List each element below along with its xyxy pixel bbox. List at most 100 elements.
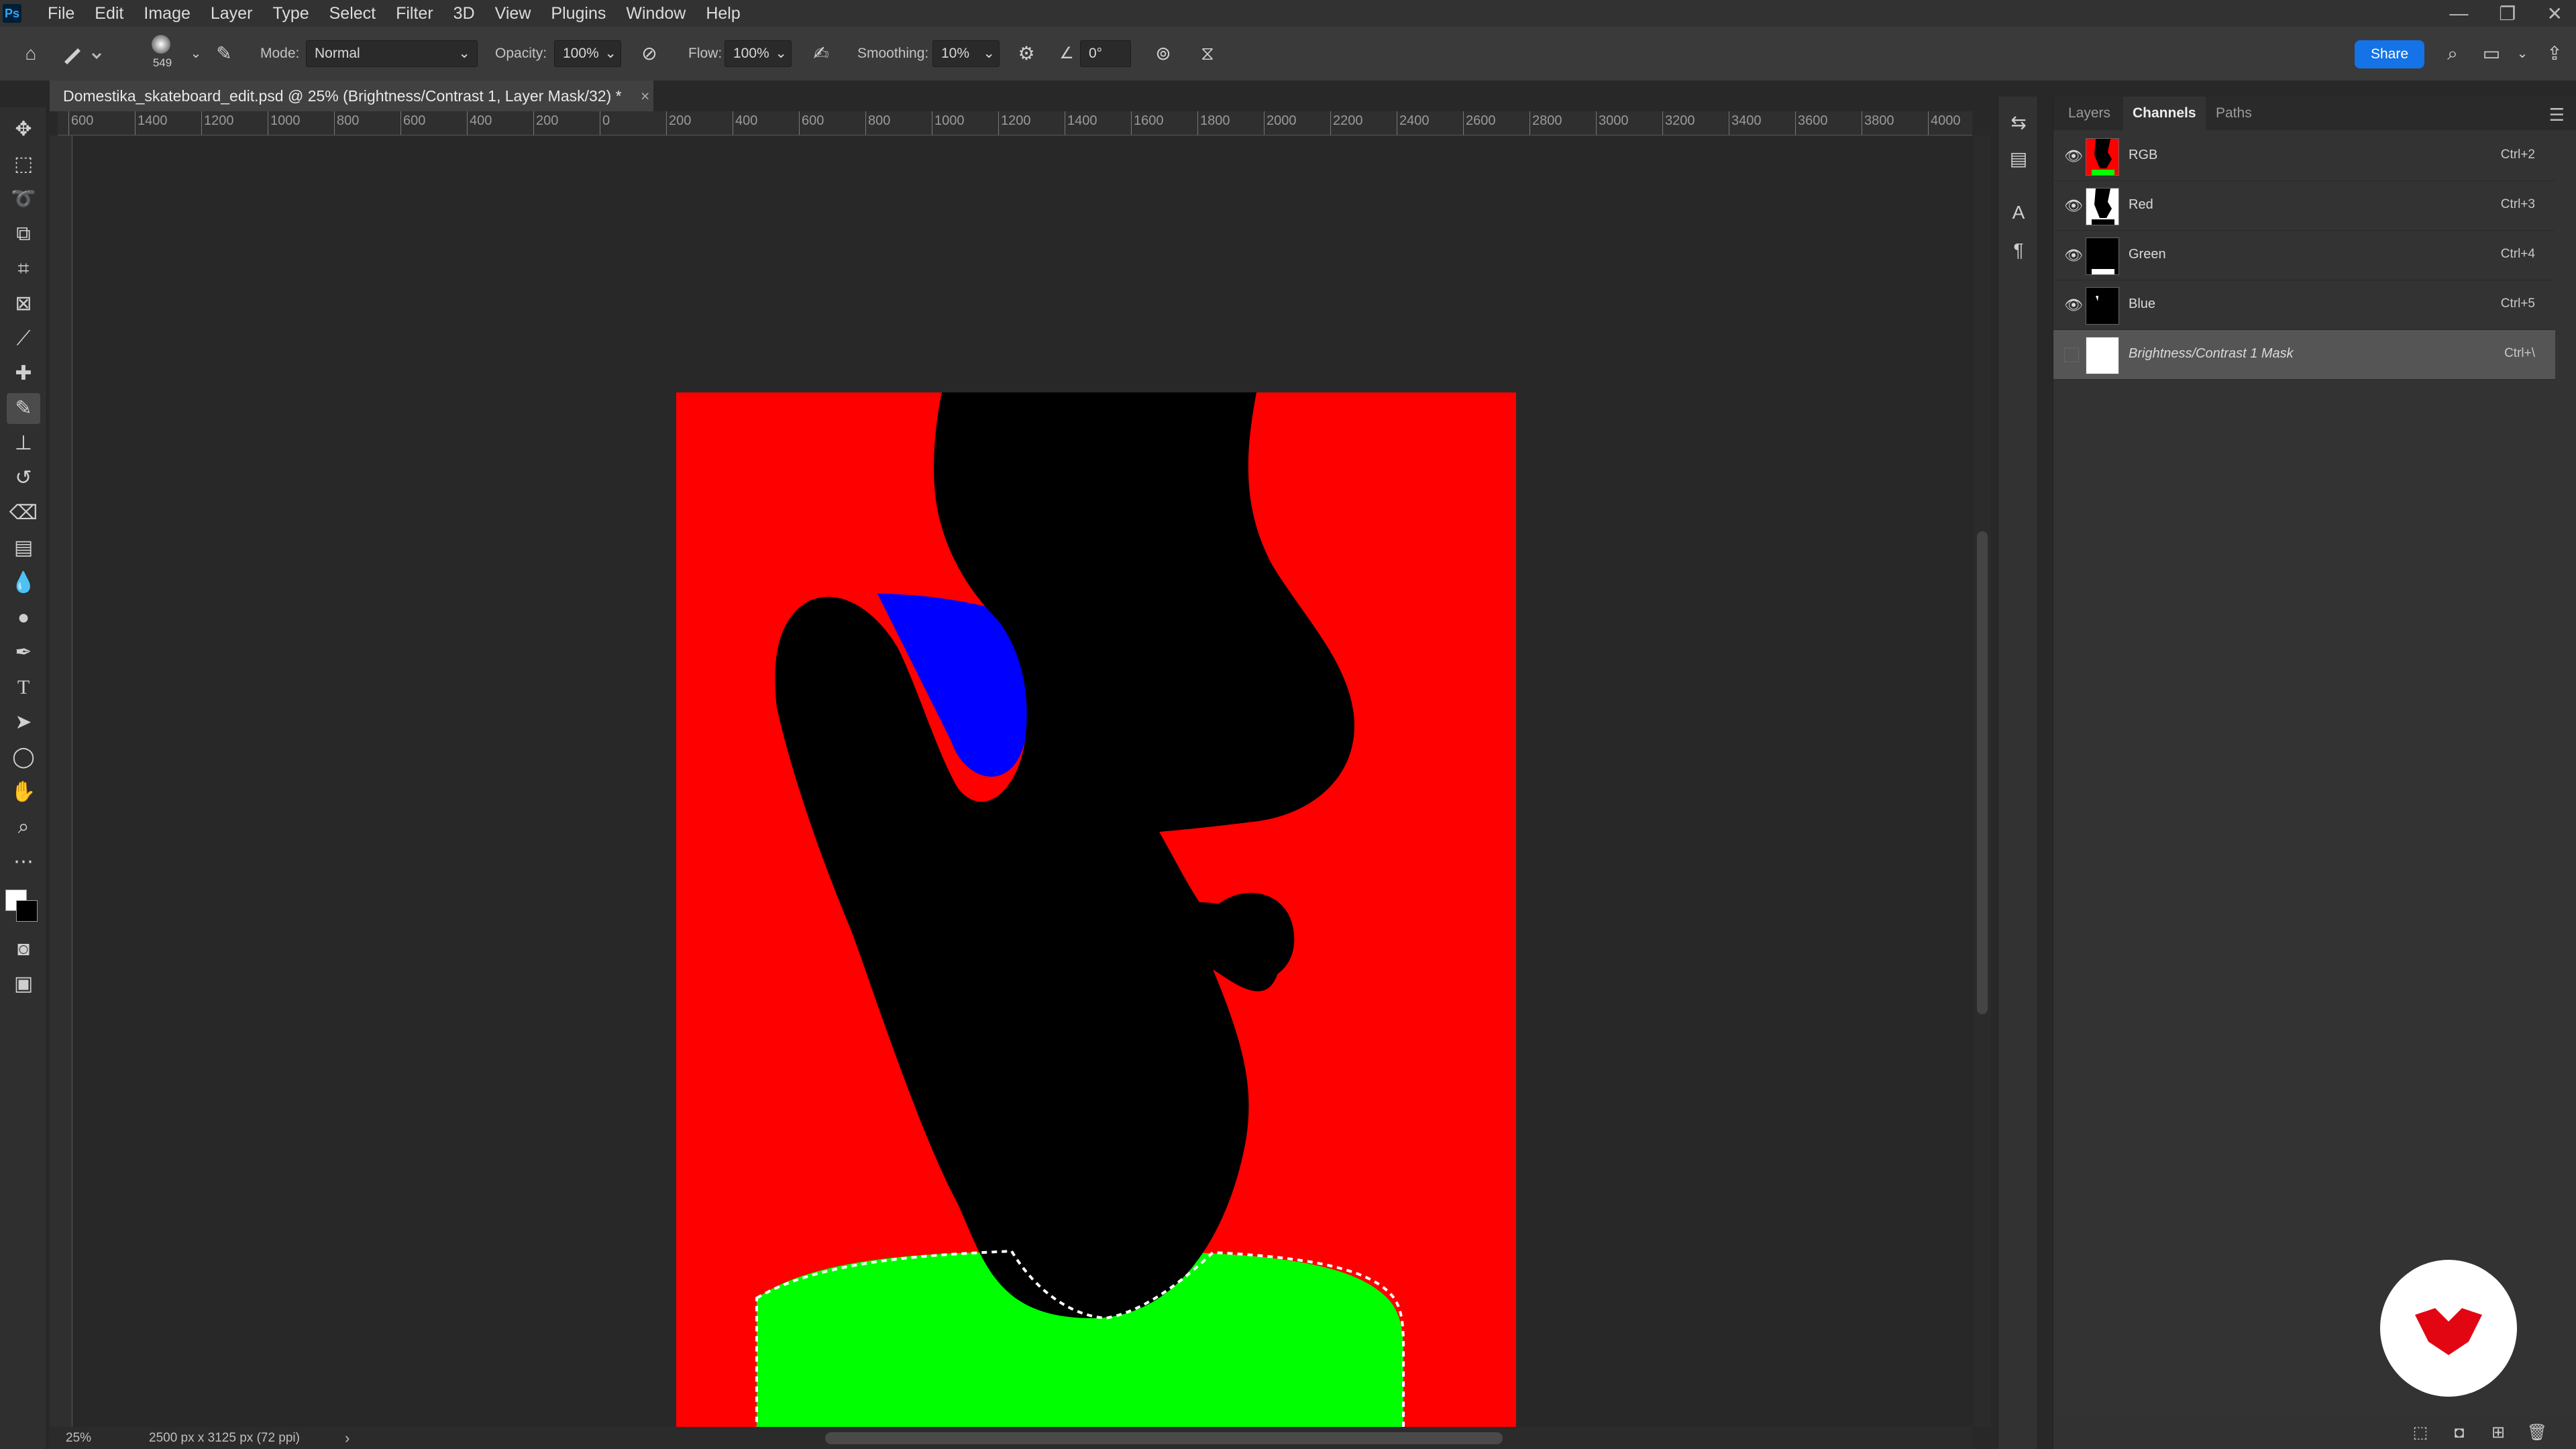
comments-panel-icon[interactable]: ▤ bbox=[2005, 144, 2032, 174]
eraser-tool-icon[interactable]: ⌫ bbox=[7, 498, 40, 529]
airbrush-icon[interactable]: ✍ bbox=[808, 42, 835, 66]
channel-row-mask[interactable]: Brightness/Contrast 1 Mask Ctrl+\ bbox=[2053, 330, 2555, 380]
ruler-tick bbox=[68, 111, 69, 135]
brush-settings-icon[interactable]: ✎ bbox=[211, 42, 237, 66]
clone-stamp-tool-icon[interactable]: ⊥ bbox=[7, 428, 40, 459]
flow-input[interactable]: 100% ⌄ bbox=[724, 40, 792, 67]
history-panel-icon[interactable]: ⇆ bbox=[2005, 107, 2032, 138]
menu-filter[interactable]: Filter bbox=[386, 4, 443, 23]
home-icon[interactable]: ⌂ bbox=[17, 42, 44, 66]
ellipse-tool-icon[interactable]: ◯ bbox=[7, 742, 40, 773]
new-channel-icon[interactable]: ⊞ bbox=[2487, 1422, 2510, 1444]
channel-row-green[interactable]: 👁 Green Ctrl+4 bbox=[2053, 231, 2555, 280]
background-color-swatch[interactable] bbox=[16, 900, 38, 922]
horizontal-scrollbar[interactable] bbox=[362, 1427, 1972, 1449]
menu-window[interactable]: Window bbox=[616, 4, 696, 23]
ruler-top[interactable]: 600 1400 1200 1000 800 600 400 200 0 200 400 600 800… bbox=[58, 111, 1972, 136]
screen-mode-icon[interactable]: ▣ bbox=[7, 969, 40, 1000]
canvas-area[interactable] bbox=[72, 136, 1972, 1446]
path-selection-tool-icon[interactable]: ➤ bbox=[7, 707, 40, 738]
channel-row-rgb[interactable]: 👁 RGB Ctrl+2 bbox=[2053, 131, 2555, 181]
pen-tool-icon[interactable]: ✒ bbox=[7, 637, 40, 668]
export-share-icon[interactable]: ⇪ bbox=[2541, 42, 2568, 66]
restore-button[interactable]: ❐ bbox=[2499, 3, 2516, 25]
dodge-tool-icon[interactable]: ● bbox=[7, 602, 40, 633]
chevron-down-icon[interactable]: ⌄ bbox=[182, 42, 209, 66]
delete-channel-icon[interactable]: 🗑 bbox=[2526, 1422, 2548, 1444]
window-controls: — ❐ ✕ bbox=[2449, 0, 2563, 27]
document-tab[interactable]: Domestika_skateboard_edit.psd @ 25% (Bri… bbox=[50, 80, 653, 111]
minimize-button[interactable]: — bbox=[2449, 3, 2468, 24]
menu-file[interactable]: File bbox=[38, 4, 85, 23]
visibility-eye-icon[interactable]: 👁 bbox=[2064, 247, 2083, 264]
search-icon[interactable]: ⌕ bbox=[2439, 42, 2466, 66]
tab-channels[interactable]: Channels bbox=[2123, 97, 2206, 130]
visibility-toggle-empty[interactable] bbox=[2064, 347, 2079, 362]
zoom-level[interactable]: 25% bbox=[66, 1431, 91, 1446]
share-button[interactable]: Share bbox=[2355, 40, 2424, 68]
panel-menu-icon[interactable]: ☰ bbox=[2549, 105, 2565, 125]
chevron-down-icon[interactable]: ⌄ bbox=[2509, 42, 2536, 66]
menu-3d[interactable]: 3D bbox=[443, 4, 485, 23]
paragraph-panel-icon[interactable]: ¶ bbox=[2005, 235, 2032, 266]
visibility-eye-icon[interactable]: 👁 bbox=[2064, 148, 2083, 165]
hand-tool-icon[interactable]: ✋ bbox=[7, 777, 40, 808]
brush-tool-icon[interactable]: ✎ bbox=[7, 393, 40, 424]
history-brush-tool-icon[interactable]: ↺ bbox=[7, 463, 40, 494]
close-document-icon[interactable]: × bbox=[641, 87, 649, 105]
save-selection-mask-icon[interactable]: ◘ bbox=[2448, 1422, 2471, 1444]
document-canvas[interactable] bbox=[676, 392, 1516, 1446]
channel-row-blue[interactable]: 👁 Blue Ctrl+5 bbox=[2053, 280, 2555, 330]
smoothing-input[interactable]: 10% ⌄ bbox=[932, 40, 1000, 67]
move-tool-icon[interactable]: ✥ bbox=[7, 114, 40, 145]
menu-items: File Edit Image Layer Type Select Filter… bbox=[38, 0, 751, 27]
smoothing-settings-gear-icon[interactable]: ⚙ bbox=[1013, 42, 1040, 66]
horizontal-scroll-thumb[interactable] bbox=[825, 1432, 1503, 1444]
menu-edit[interactable]: Edit bbox=[85, 4, 133, 23]
visibility-eye-icon[interactable]: 👁 bbox=[2064, 297, 2083, 314]
type-tool-icon[interactable]: T bbox=[7, 672, 40, 703]
tab-paths[interactable]: Paths bbox=[2206, 97, 2261, 130]
healing-brush-tool-icon[interactable]: ✚ bbox=[7, 358, 40, 389]
eyedropper-tool-icon[interactable]: ⟋ bbox=[7, 323, 40, 354]
gradient-tool-icon[interactable]: ▤ bbox=[7, 533, 40, 564]
workspace-icon[interactable]: ▭ bbox=[2478, 42, 2505, 66]
opacity-input[interactable]: 100% ⌄ bbox=[554, 40, 621, 67]
marquee-tool-icon[interactable]: ⬚ bbox=[7, 149, 40, 180]
channel-row-red[interactable]: 👁 Red Ctrl+3 bbox=[2053, 181, 2555, 231]
close-button[interactable]: ✕ bbox=[2547, 3, 2563, 25]
ruler-left[interactable] bbox=[50, 136, 72, 1427]
menu-select[interactable]: Select bbox=[319, 4, 386, 23]
more-tools-icon[interactable]: ⋯ bbox=[7, 847, 40, 877]
menu-view[interactable]: View bbox=[485, 4, 541, 23]
menu-image[interactable]: Image bbox=[133, 4, 200, 23]
object-select-tool-icon[interactable]: ⧉ bbox=[7, 219, 40, 250]
channel-thumbnail-rgb bbox=[2086, 138, 2119, 176]
vertical-scrollbar[interactable] bbox=[1974, 136, 1991, 1427]
visibility-eye-icon[interactable]: 👁 bbox=[2064, 197, 2083, 215]
vertical-scroll-thumb[interactable] bbox=[1977, 531, 1988, 1014]
crop-tool-icon[interactable]: ⌗ bbox=[7, 254, 40, 284]
lasso-tool-icon[interactable]: ➰ bbox=[7, 184, 40, 215]
quick-mask-icon[interactable]: ◙ bbox=[7, 934, 40, 965]
load-selection-icon[interactable]: ⬚ bbox=[2409, 1422, 2432, 1444]
zoom-tool-icon[interactable]: ⌕ bbox=[7, 812, 40, 843]
menu-plugins[interactable]: Plugins bbox=[541, 4, 616, 23]
status-menu-arrow-icon[interactable]: › bbox=[345, 1430, 350, 1447]
pressure-size-icon[interactable]: ⊚ bbox=[1150, 42, 1177, 66]
angle-input[interactable]: 0° bbox=[1080, 40, 1131, 67]
symmetry-butterfly-icon[interactable]: ⧖ bbox=[1194, 42, 1221, 66]
ruler-tick-label: 1600 bbox=[1134, 113, 1164, 128]
menu-help[interactable]: Help bbox=[696, 4, 750, 23]
mode-select[interactable]: Normal ⌄ bbox=[306, 40, 478, 67]
pressure-opacity-icon[interactable]: ⊘ bbox=[636, 42, 663, 66]
menu-layer[interactable]: Layer bbox=[201, 4, 263, 23]
frame-tool-icon[interactable]: ⊠ bbox=[7, 288, 40, 319]
tab-layers[interactable]: Layers bbox=[2059, 97, 2120, 130]
brush-tool-preset[interactable] bbox=[59, 39, 113, 68]
color-swatches[interactable] bbox=[4, 885, 42, 926]
character-panel-icon[interactable]: A bbox=[2005, 197, 2032, 228]
menu-type[interactable]: Type bbox=[262, 4, 319, 23]
brush-size-picker[interactable]: 549 bbox=[145, 34, 178, 69]
blur-tool-icon[interactable]: 💧 bbox=[7, 568, 40, 598]
